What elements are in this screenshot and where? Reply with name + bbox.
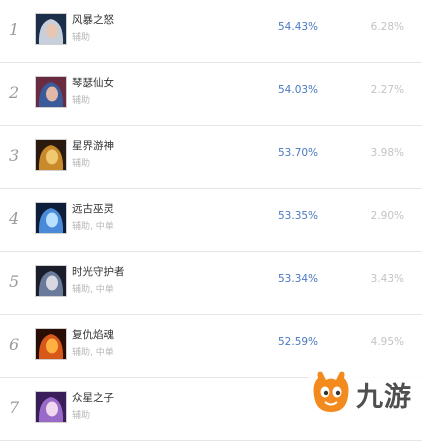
hero-role: 辅助 xyxy=(72,159,91,169)
hero-row[interactable]: 5 时光守护者辅助, 中单 53.34% 3.43% xyxy=(0,252,422,315)
hero-name[interactable]: 时光守护者 xyxy=(72,264,125,279)
janna-portrait-icon[interactable] xyxy=(35,13,67,45)
zilean-portrait-icon[interactable] xyxy=(35,265,67,297)
soraka-portrait-icon[interactable] xyxy=(35,391,67,423)
win-rate: 54.43% xyxy=(278,21,319,33)
win-rate: 53.34% xyxy=(278,273,319,285)
rank-number: 1 xyxy=(9,20,20,39)
rank-number: 2 xyxy=(9,83,20,102)
rank-number: 4 xyxy=(9,209,20,228)
hero-row[interactable]: 2 琴瑟仙女辅助 54.03% 2.27% xyxy=(0,63,422,126)
hero-row[interactable]: 3 星界游神辅助 53.70% 3.98% xyxy=(0,126,422,189)
pick-rate: 3.98% xyxy=(370,147,404,159)
hero-name[interactable]: 众星之子 xyxy=(72,390,114,405)
jiuyou-logo-icon xyxy=(313,371,349,412)
hero-name[interactable]: 琴瑟仙女 xyxy=(72,75,114,90)
win-rate: 52.59% xyxy=(278,336,319,348)
brand-portrait-icon[interactable] xyxy=(35,328,67,360)
win-rate: 53.70% xyxy=(278,147,319,159)
win-rate: 54.03% xyxy=(278,84,319,96)
watermark-text: 九游 xyxy=(356,382,412,413)
pick-rate: 4.95% xyxy=(370,336,404,348)
rank-number: 7 xyxy=(9,398,20,417)
rank-number: 3 xyxy=(9,146,20,165)
watermark: 九游 xyxy=(308,364,422,424)
pick-rate: 2.27% xyxy=(370,84,404,96)
hero-role: 辅助 xyxy=(72,33,91,43)
pick-rate: 3.43% xyxy=(370,273,404,285)
hero-role: 辅助, 中单 xyxy=(72,348,114,358)
hero-row[interactable]: 1 风暴之怒辅助 54.43% 6.28% xyxy=(0,0,422,63)
pick-rate: 6.28% xyxy=(370,21,404,33)
hero-name[interactable]: 风暴之怒 xyxy=(72,12,114,27)
hero-role: 辅助 xyxy=(72,96,91,106)
sona-portrait-icon[interactable] xyxy=(35,76,67,108)
rank-number: 5 xyxy=(9,272,20,291)
pick-rate: 2.90% xyxy=(370,210,404,222)
hero-name[interactable]: 远古巫灵 xyxy=(72,201,114,216)
hero-role: 辅助, 中单 xyxy=(72,285,114,295)
hero-role: 辅助, 中单 xyxy=(72,222,114,232)
hero-role: 辅助 xyxy=(72,411,91,421)
hero-name[interactable]: 复仇焰魂 xyxy=(72,327,114,342)
win-rate: 53.35% xyxy=(278,210,319,222)
hero-row[interactable]: 4 远古巫灵辅助, 中单 53.35% 2.90% xyxy=(0,189,422,252)
xerath-portrait-icon[interactable] xyxy=(35,202,67,234)
hero-name[interactable]: 星界游神 xyxy=(72,138,114,153)
bard-portrait-icon[interactable] xyxy=(35,139,67,171)
rank-number: 6 xyxy=(9,335,20,354)
